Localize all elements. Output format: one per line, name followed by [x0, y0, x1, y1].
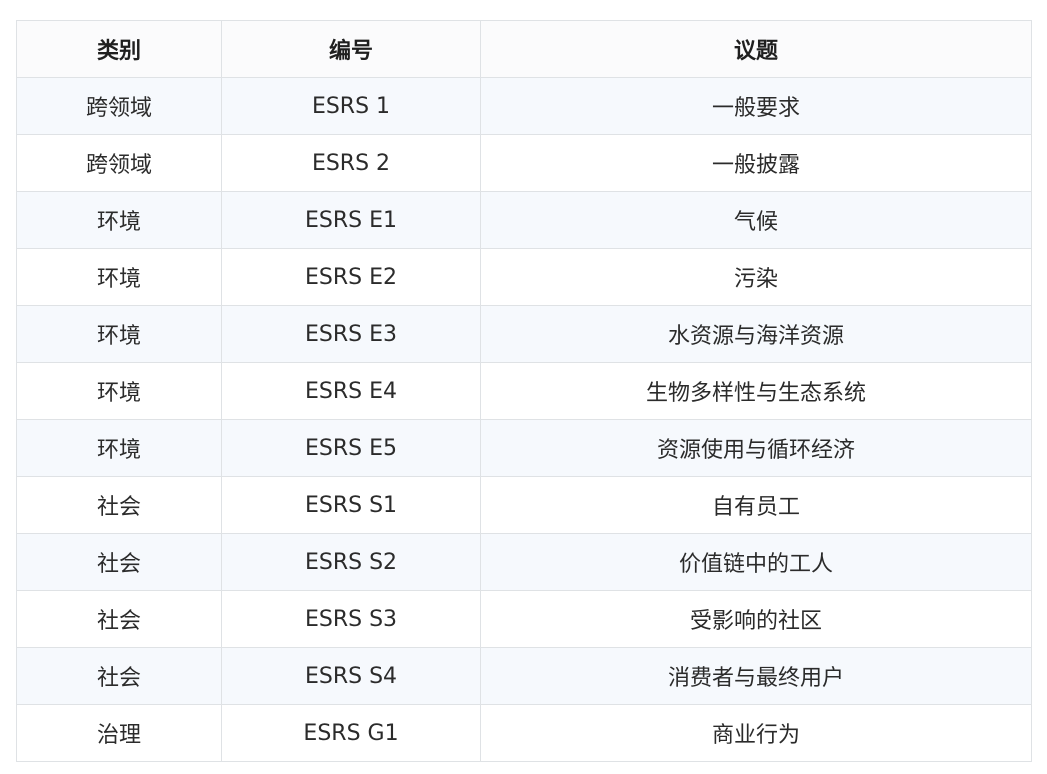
table-row: 环境 ESRS E2 污染	[16, 248, 1032, 306]
topic-cell: 资源使用与循环经济	[480, 419, 1032, 477]
topic-cell: 水资源与海洋资源	[480, 305, 1032, 363]
table-row: 治理 ESRS G1 商业行为	[16, 704, 1032, 762]
table-row: 社会 ESRS S1 自有员工	[16, 476, 1032, 534]
table-row: 环境 ESRS E5 资源使用与循环经济	[16, 419, 1032, 477]
header-row: 类别 编号 议题	[16, 20, 1032, 78]
category-cell: 跨领域	[16, 134, 222, 192]
code-cell: ESRS S4	[221, 647, 481, 705]
category-cell: 跨领域	[16, 77, 222, 135]
category-cell: 社会	[16, 647, 222, 705]
topic-cell: 一般披露	[480, 134, 1032, 192]
topic-cell: 一般要求	[480, 77, 1032, 135]
category-cell: 环境	[16, 248, 222, 306]
topic-cell: 生物多样性与生态系统	[480, 362, 1032, 420]
table-header: 类别 编号 议题	[16, 20, 1032, 78]
topic-cell: 商业行为	[480, 704, 1032, 762]
code-cell: ESRS E3	[221, 305, 481, 363]
category-cell: 环境	[16, 191, 222, 249]
code-cell: ESRS S3	[221, 590, 481, 648]
category-cell: 环境	[16, 362, 222, 420]
code-cell: ESRS E5	[221, 419, 481, 477]
category-cell: 社会	[16, 476, 222, 534]
table-row: 环境 ESRS E3 水资源与海洋资源	[16, 305, 1032, 363]
code-cell: ESRS 2	[221, 134, 481, 192]
table-row: 跨领域 ESRS 2 一般披露	[16, 134, 1032, 192]
category-cell: 治理	[16, 704, 222, 762]
table-row: 环境 ESRS E4 生物多样性与生态系统	[16, 362, 1032, 420]
topic-cell: 价值链中的工人	[480, 533, 1032, 591]
category-cell: 社会	[16, 533, 222, 591]
table-row: 跨领域 ESRS 1 一般要求	[16, 77, 1032, 135]
code-cell: ESRS 1	[221, 77, 481, 135]
esrs-standards-table: 类别 编号 议题 跨领域 ESRS 1 一般要求 跨领域 ESRS 2 一般披露 环境 ESR…	[16, 20, 1032, 762]
code-cell: ESRS E4	[221, 362, 481, 420]
code-cell: ESRS G1	[221, 704, 481, 762]
topic-cell: 消费者与最终用户	[480, 647, 1032, 705]
code-cell: ESRS E1	[221, 191, 481, 249]
table-row: 社会 ESRS S2 价值链中的工人	[16, 533, 1032, 591]
header-code: 编号	[221, 20, 481, 78]
topic-cell: 自有员工	[480, 476, 1032, 534]
table-row: 环境 ESRS E1 气候	[16, 191, 1032, 249]
table-body: 跨领域 ESRS 1 一般要求 跨领域 ESRS 2 一般披露 环境 ESRS E1 气候 环境 E…	[16, 77, 1032, 762]
code-cell: ESRS E2	[221, 248, 481, 306]
header-category: 类别	[16, 20, 222, 78]
topic-cell: 气候	[480, 191, 1032, 249]
esrs-standards-table-container: 类别 编号 议题 跨领域 ESRS 1 一般要求 跨领域 ESRS 2 一般披露 环境 ESR…	[16, 20, 1032, 762]
category-cell: 环境	[16, 419, 222, 477]
table-row: 社会 ESRS S4 消费者与最终用户	[16, 647, 1032, 705]
topic-cell: 受影响的社区	[480, 590, 1032, 648]
category-cell: 社会	[16, 590, 222, 648]
code-cell: ESRS S1	[221, 476, 481, 534]
header-topic: 议题	[480, 20, 1032, 78]
code-cell: ESRS S2	[221, 533, 481, 591]
category-cell: 环境	[16, 305, 222, 363]
topic-cell: 污染	[480, 248, 1032, 306]
table-row: 社会 ESRS S3 受影响的社区	[16, 590, 1032, 648]
